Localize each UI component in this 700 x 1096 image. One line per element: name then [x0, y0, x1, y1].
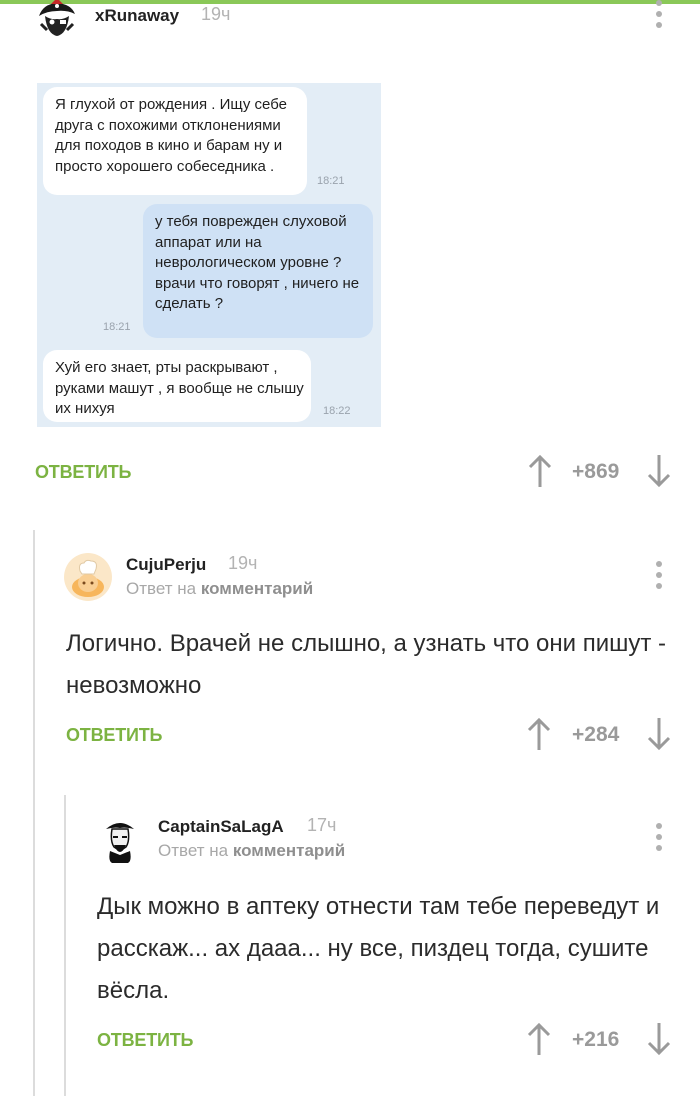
chat-message-time: 18:22 — [323, 405, 351, 417]
post-time: 19ч — [201, 4, 231, 24]
comment-more-menu[interactable] — [647, 819, 671, 855]
comment-header: CaptainSaLagA 17ч Ответ на комментарий — [96, 815, 676, 865]
reply-to-link[interactable]: комментарий — [201, 579, 313, 598]
avatar[interactable] — [64, 553, 112, 601]
chat-message-time: 18:21 — [317, 175, 345, 187]
thread-line-level-2 — [64, 795, 66, 1096]
post-reply-button[interactable]: ОТВЕТИТЬ — [35, 462, 131, 483]
more-vertical-icon — [656, 823, 662, 829]
comment-body: Логично. Врачей не слышно, а узнать что … — [66, 630, 666, 699]
reply-to-prefix: Ответ на — [158, 841, 229, 860]
chat-message-text: Я глухой от рождения . Ищу себе друга с … — [55, 96, 287, 175]
reply-to-link[interactable]: комментарий — [233, 841, 345, 860]
chat-screenshot-image[interactable]: Я глухой от рождения . Ищу себе друга с … — [37, 83, 381, 427]
post-more-menu[interactable] — [647, 0, 671, 32]
avatar[interactable] — [33, 0, 81, 42]
comment-author[interactable]: CujuPerju — [126, 555, 206, 575]
comment-author[interactable]: CaptainSaLagA — [158, 817, 284, 837]
comment-actions: ОТВЕТИТЬ +284 — [66, 717, 676, 757]
arrow-up-icon[interactable] — [526, 1022, 552, 1056]
arrow-down-icon[interactable] — [646, 1022, 672, 1056]
chat-bubble-incoming: Я глухой от рождения . Ищу себе друга с … — [43, 87, 307, 195]
thread-line-level-1 — [33, 530, 35, 1096]
comment-body: Дык можно в аптеку отнести там тебе пере… — [97, 893, 660, 1004]
comment-reply-button[interactable]: ОТВЕТИТЬ — [97, 1030, 193, 1051]
chat-message-text: Хуй его знает, рты раскрывают , руками м… — [55, 359, 304, 417]
comment-header: CujuPerju 19ч Ответ на комментарий — [64, 553, 674, 603]
comment-score: +284 — [572, 723, 620, 746]
comment-time: 17ч — [307, 815, 337, 835]
avatar[interactable] — [96, 815, 144, 863]
comment-time: 19ч — [228, 553, 258, 573]
chat-message-time: 18:21 — [103, 321, 131, 333]
post-actions: ОТВЕТИТЬ +869 — [35, 454, 675, 494]
reply-to-line: Ответ на комментарий — [126, 579, 313, 599]
post-score: +869 — [572, 460, 620, 483]
chef-avatar-icon — [64, 553, 112, 601]
comment-reply-button[interactable]: ОТВЕТИТЬ — [66, 725, 162, 746]
arrow-up-icon[interactable] — [526, 717, 552, 751]
arrow-down-icon[interactable] — [646, 717, 672, 751]
comment-score: +216 — [572, 1028, 620, 1051]
captain-avatar-icon — [106, 823, 134, 863]
post-author[interactable]: xRunaway — [95, 6, 179, 26]
arrow-down-icon[interactable] — [646, 454, 672, 488]
arrow-up-icon[interactable] — [527, 454, 553, 488]
more-vertical-icon — [656, 561, 662, 567]
comment-more-menu[interactable] — [647, 557, 671, 593]
reply-to-line: Ответ на комментарий — [158, 841, 345, 861]
post-header: xRunaway 19ч — [33, 0, 673, 50]
chat-message-text: у тебя поврежден слуховой аппарат или на… — [155, 213, 360, 312]
chat-bubble-incoming: Хуй его знает, рты раскрывают , руками м… — [43, 350, 311, 422]
more-vertical-icon — [656, 0, 662, 6]
reply-to-prefix: Ответ на — [126, 579, 197, 598]
chat-bubble-outgoing: у тебя поврежден слуховой аппарат или на… — [143, 204, 373, 338]
pirate-avatar-icon — [39, 0, 75, 36]
comment-actions: ОТВЕТИТЬ +216 — [97, 1022, 677, 1062]
